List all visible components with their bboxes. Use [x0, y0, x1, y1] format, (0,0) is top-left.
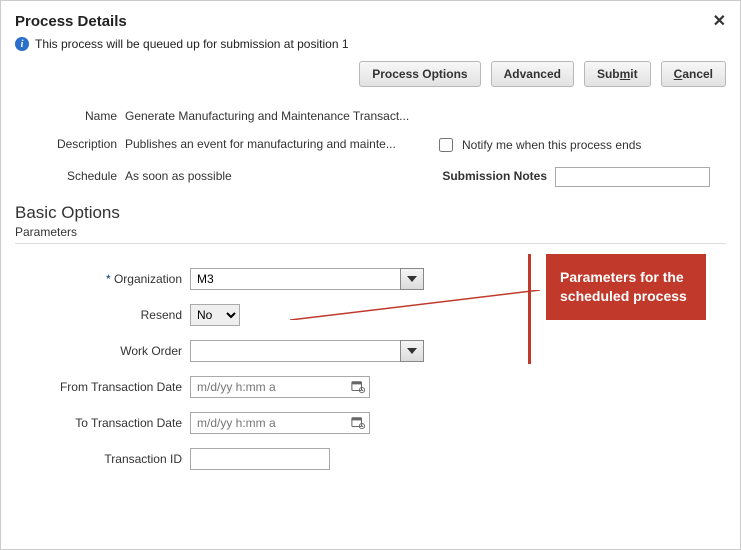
section-divider [15, 243, 726, 244]
transaction-id-label: Transaction ID [15, 452, 190, 466]
schedule-label: Schedule [15, 167, 125, 183]
info-icon: i [15, 37, 29, 51]
to-date-label: To Transaction Date [15, 416, 190, 430]
cancel-label: Cancel [674, 67, 713, 81]
from-date-label: From Transaction Date [15, 380, 190, 394]
notify-checkbox[interactable] [439, 138, 453, 152]
meta-grid: Name Generate Manufacturing and Maintena… [15, 107, 726, 187]
parameters-area: Parameters for the scheduled process Org… [15, 268, 726, 470]
cancel-button[interactable]: Cancel [661, 61, 726, 87]
description-label: Description [15, 135, 125, 151]
advanced-button[interactable]: Advanced [491, 61, 574, 87]
schedule-value: As soon as possible [125, 167, 435, 183]
param-row-work-order: Work Order [15, 340, 726, 362]
process-options-button[interactable]: Process Options [359, 61, 480, 87]
param-row-from-date: From Transaction Date [15, 376, 726, 398]
to-date-input[interactable] [190, 412, 370, 434]
submission-notes-label: Submission Notes [435, 167, 555, 183]
from-date-input[interactable] [190, 376, 370, 398]
resend-select[interactable]: No [190, 304, 240, 326]
chevron-down-icon [407, 348, 417, 354]
dialog-header: Process Details ✕ [15, 11, 726, 31]
transaction-id-input[interactable] [190, 448, 330, 470]
calendar-icon[interactable] [350, 379, 366, 395]
organization-label: Organization [15, 272, 190, 286]
to-date-wrap [190, 412, 370, 434]
basic-options-title: Basic Options [15, 203, 726, 223]
param-row-transaction-id: Transaction ID [15, 448, 726, 470]
work-order-input[interactable] [190, 340, 400, 362]
process-details-dialog: Process Details ✕ i This process will be… [0, 0, 741, 550]
calendar-icon[interactable] [350, 415, 366, 431]
name-value: Generate Manufacturing and Maintenance T… [125, 107, 435, 123]
submit-label: Submit [597, 67, 638, 81]
description-value: Publishes an event for manufacturing and… [125, 135, 435, 151]
close-icon[interactable]: ✕ [713, 11, 726, 31]
organization-dropdown-button[interactable] [400, 268, 424, 290]
work-order-label: Work Order [15, 344, 190, 358]
submit-button[interactable]: Submit [584, 61, 651, 87]
organization-combo[interactable] [190, 268, 424, 290]
organization-input[interactable] [190, 268, 400, 290]
work-order-combo[interactable] [190, 340, 424, 362]
name-label: Name [15, 107, 125, 123]
chevron-down-icon [407, 276, 417, 282]
action-bar: Process Options Advanced Submit Cancel [15, 61, 726, 87]
from-date-wrap [190, 376, 370, 398]
resend-label: Resend [15, 308, 190, 322]
submission-notes-input[interactable] [555, 167, 710, 187]
callout-box: Parameters for the scheduled process [546, 254, 706, 320]
info-banner: i This process will be queued up for sub… [15, 37, 726, 51]
param-row-to-date: To Transaction Date [15, 412, 726, 434]
work-order-dropdown-button[interactable] [400, 340, 424, 362]
callout-bar [528, 254, 531, 364]
callout-text: Parameters for the scheduled process [560, 269, 687, 304]
dialog-title: Process Details [15, 13, 127, 30]
notify-label: Notify me when this process ends [462, 138, 641, 152]
info-message: This process will be queued up for submi… [35, 37, 349, 51]
notify-checkbox-wrap[interactable]: Notify me when this process ends [435, 135, 726, 155]
parameters-subtitle: Parameters [15, 225, 726, 239]
